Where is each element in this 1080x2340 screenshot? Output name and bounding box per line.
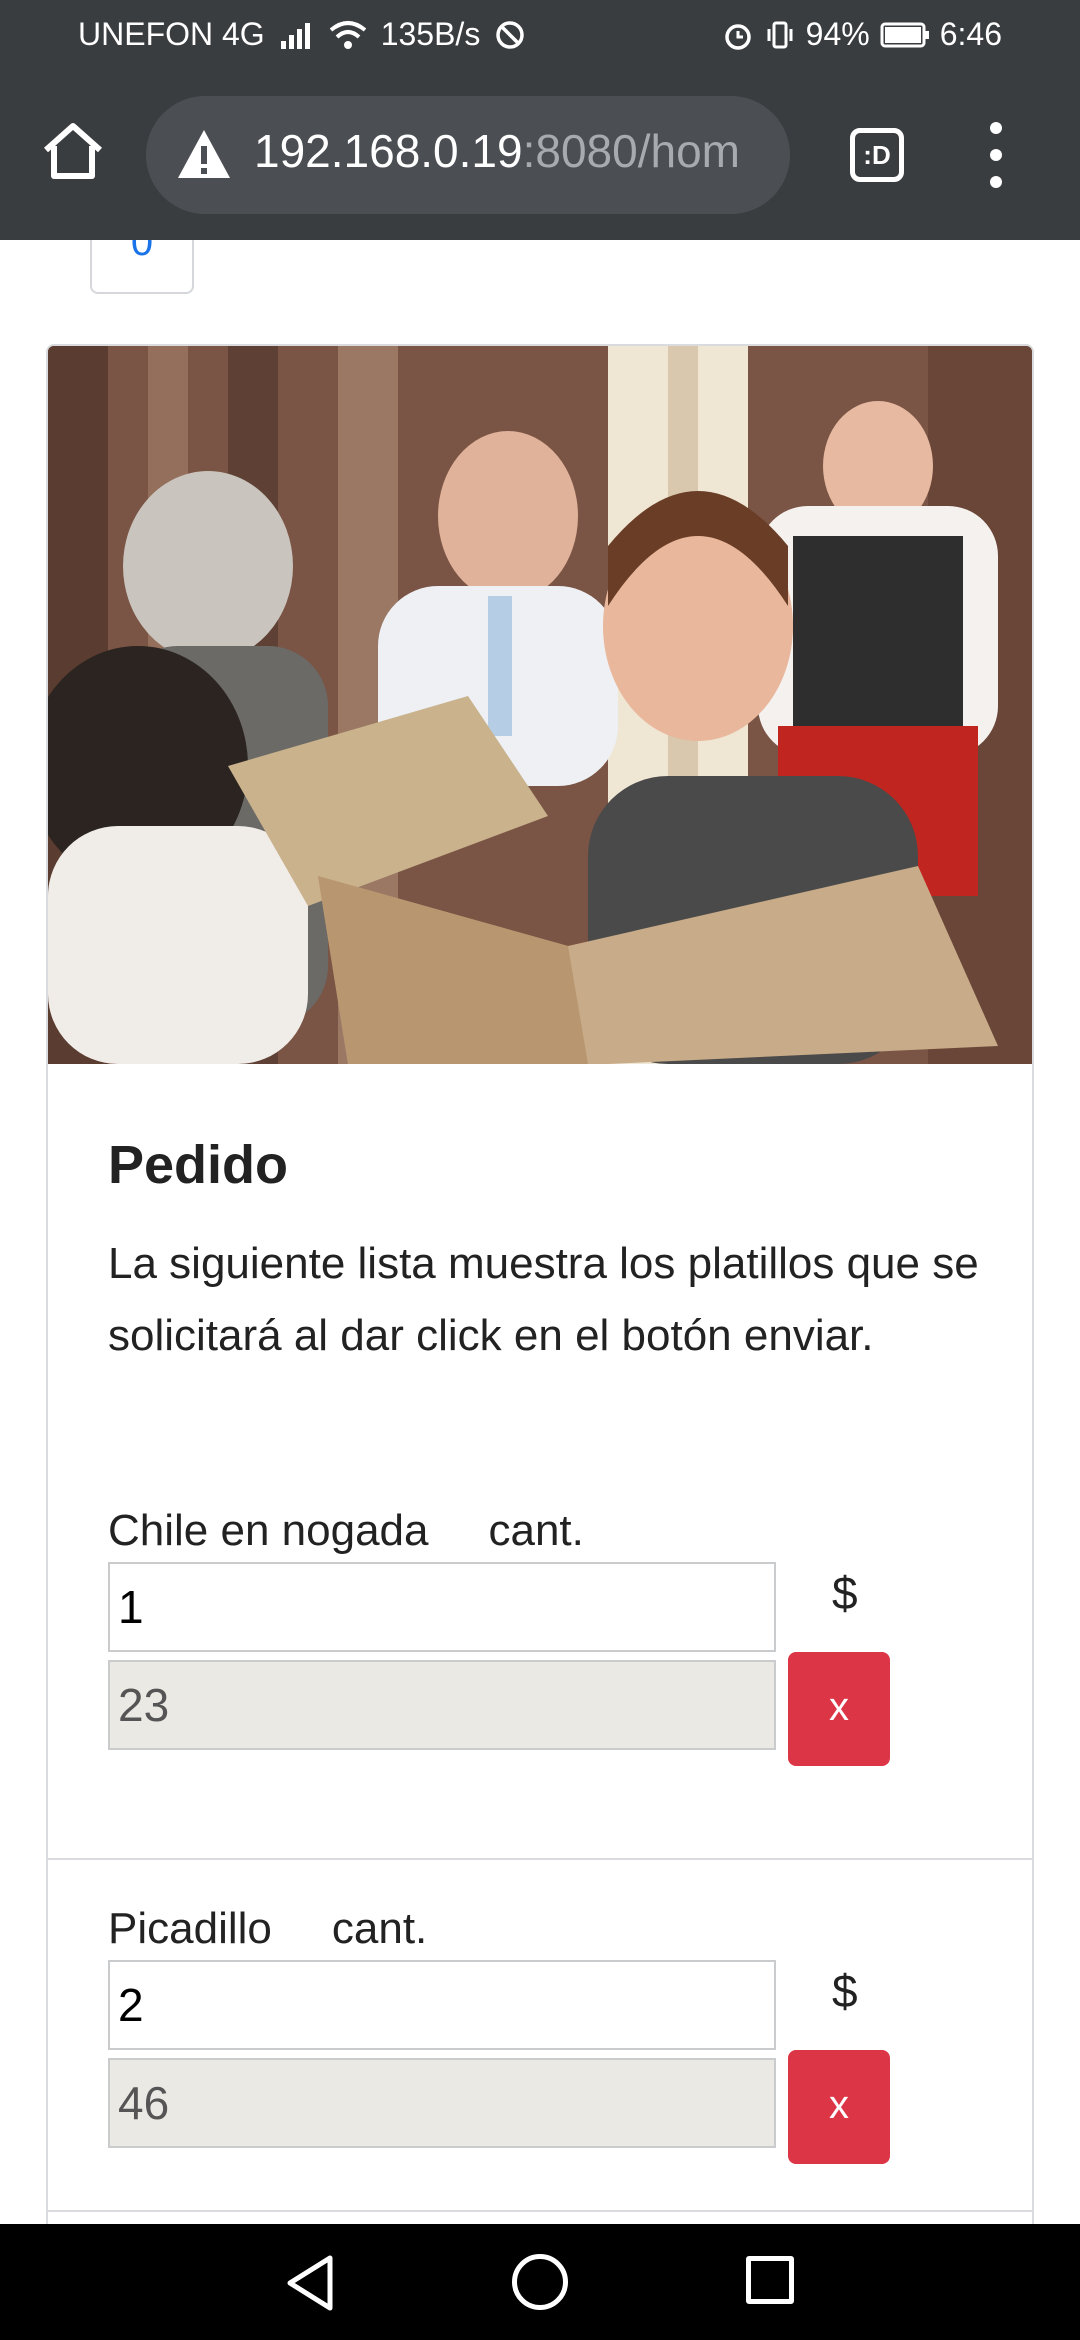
item-name: Chile en nogada — [108, 1506, 429, 1555]
quantity-input[interactable]: 2 — [108, 1960, 776, 2050]
url-host: 192.168.0.19 — [254, 125, 523, 177]
page-content: 0 Pedido La siguiente lista muestra los … — [0, 240, 1080, 2224]
do-not-disturb-icon — [496, 20, 525, 49]
wifi-icon — [329, 20, 366, 49]
previous-count-badge: 0 — [90, 240, 194, 294]
quantity-input[interactable]: 1 — [108, 1562, 776, 1652]
price-field: 23 — [108, 1660, 776, 1750]
quantity-label: cant. — [488, 1506, 584, 1555]
home-icon[interactable] — [38, 116, 108, 186]
system-navigation-bar — [0, 2224, 1080, 2340]
currency-symbol: $ — [832, 1567, 858, 1619]
recent-apps-icon[interactable] — [746, 2256, 794, 2304]
currency-symbol: $ — [832, 1965, 858, 2017]
status-bar: UNEFON 4G 135B/s 94% 6:46 — [0, 0, 1080, 72]
order-item-next — [48, 2210, 1032, 2224]
item-label: Chile en nogada cant. — [108, 1506, 584, 1556]
url-text[interactable]: 192.168.0.19:8080/hom — [254, 124, 740, 178]
home-nav-icon[interactable] — [512, 2254, 568, 2310]
carrier-label: UNEFON 4G — [78, 16, 265, 52]
clock: 6:46 — [939, 16, 1002, 52]
warning-icon[interactable] — [176, 128, 232, 180]
more-menu-icon[interactable] — [984, 122, 1008, 188]
restaurant-photo — [48, 346, 1032, 1064]
address-bar[interactable]: 192.168.0.19:8080/hom — [146, 96, 790, 214]
battery-percent: 94% — [805, 16, 870, 52]
back-icon[interactable] — [284, 2254, 336, 2312]
card-title: Pedido — [108, 1135, 289, 1195]
alarm-icon — [724, 23, 751, 50]
network-speed: 135B/s — [380, 16, 481, 52]
order-item: Chile en nogada cant. 1 $ 23 x — [48, 1506, 1032, 1856]
quantity-label: cant. — [331, 1904, 428, 1953]
vibrate-icon — [767, 21, 793, 48]
signal-icon — [280, 22, 310, 49]
item-name: Picadillo — [108, 1904, 272, 1953]
price-field: 46 — [108, 2058, 776, 2148]
url-path: :8080/hom — [522, 125, 740, 177]
card-description: La siguiente lista muestra los platillos… — [108, 1239, 979, 1360]
battery-icon — [880, 22, 929, 47]
browser-toolbar: 192.168.0.19:8080/hom :D — [0, 72, 1080, 240]
order-card: Pedido La siguiente lista muestra los pl… — [46, 344, 1034, 2224]
remove-item-button[interactable]: x — [788, 1652, 890, 1766]
remove-item-button[interactable]: x — [788, 2050, 890, 2164]
item-label: Picadillo cant. — [108, 1904, 427, 1954]
tab-switcher-button[interactable]: :D — [850, 128, 904, 182]
order-item: Picadillo cant. 2 $ 46 x — [48, 1858, 1032, 2208]
